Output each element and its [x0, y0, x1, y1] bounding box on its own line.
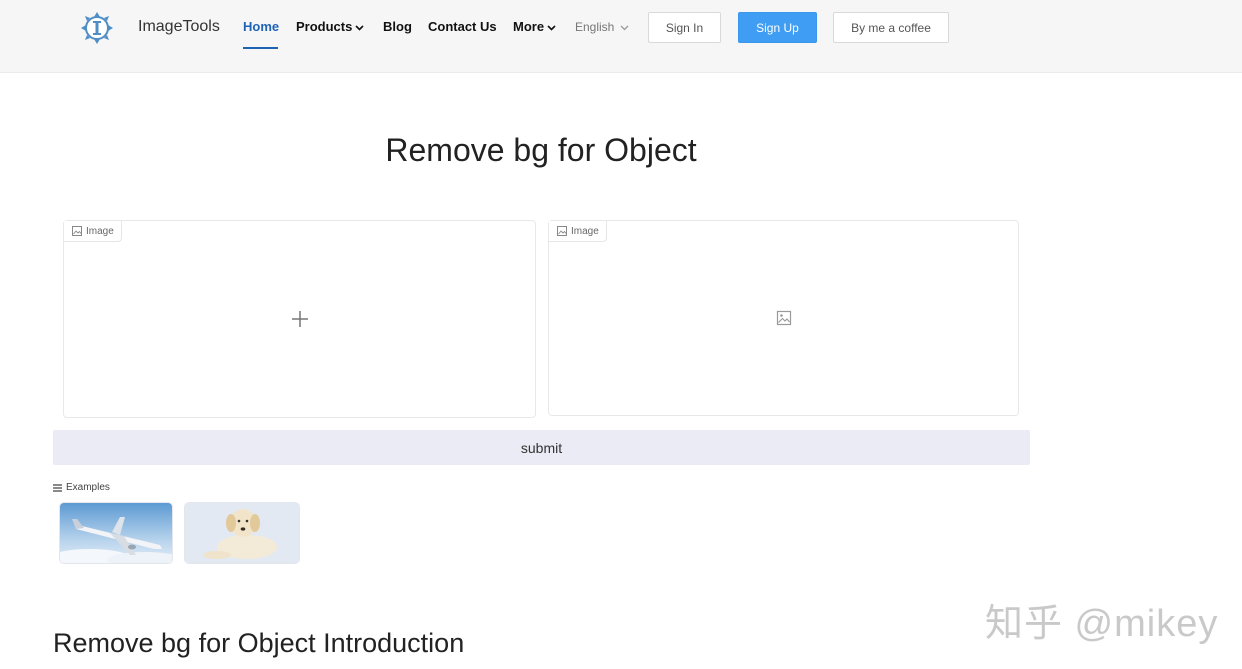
nav-blog[interactable]: Blog	[383, 19, 412, 34]
dog-image	[185, 503, 299, 563]
introduction-heading: Remove bg for Object Introduction	[53, 628, 465, 658]
page-title: Remove bg for Object	[385, 132, 697, 168]
watermark: 知乎 @mikey	[985, 603, 1219, 645]
language-selector[interactable]: English	[575, 20, 629, 34]
example-airplane[interactable]	[59, 502, 173, 564]
list-icon	[53, 483, 62, 492]
plus-icon[interactable]	[290, 309, 310, 329]
chevron-down-icon	[547, 24, 556, 31]
imagetools-logo-icon[interactable]	[80, 11, 114, 45]
output-image-label: Image	[571, 225, 599, 237]
output-image-tag: Image	[549, 221, 607, 242]
output-image-panel: Image	[548, 220, 1019, 416]
top-navbar: ImageTools Home Products Blog Contact Us…	[0, 0, 1242, 73]
sign-up-button[interactable]: Sign Up	[738, 12, 817, 43]
submit-button[interactable]: submit	[53, 430, 1030, 465]
sign-in-button[interactable]: Sign In	[648, 12, 721, 43]
nav-products-label: Products	[296, 19, 353, 34]
examples-label: Examples	[66, 482, 110, 493]
airplane-image	[60, 503, 172, 563]
example-dog[interactable]	[184, 502, 300, 564]
nav-products[interactable]: Products	[296, 19, 364, 34]
examples-header: Examples	[53, 482, 110, 493]
chevron-down-icon	[620, 25, 629, 31]
nav-more[interactable]: More	[513, 19, 556, 34]
image-placeholder-icon	[776, 310, 791, 326]
buy-coffee-button[interactable]: By me a coffee	[833, 12, 949, 43]
input-image-label: Image	[86, 225, 114, 237]
chevron-down-icon	[355, 24, 364, 31]
brand-name[interactable]: ImageTools	[138, 18, 220, 36]
nav-more-label: More	[513, 19, 545, 34]
input-image-dropzone[interactable]: Image	[63, 220, 536, 418]
language-label: English	[575, 20, 615, 34]
image-icon	[557, 226, 567, 236]
nav-active-underline	[243, 47, 278, 49]
image-icon	[72, 226, 82, 236]
input-image-tag: Image	[64, 221, 122, 242]
nav-contact-us[interactable]: Contact Us	[428, 19, 497, 34]
nav-home[interactable]: Home	[243, 19, 279, 34]
